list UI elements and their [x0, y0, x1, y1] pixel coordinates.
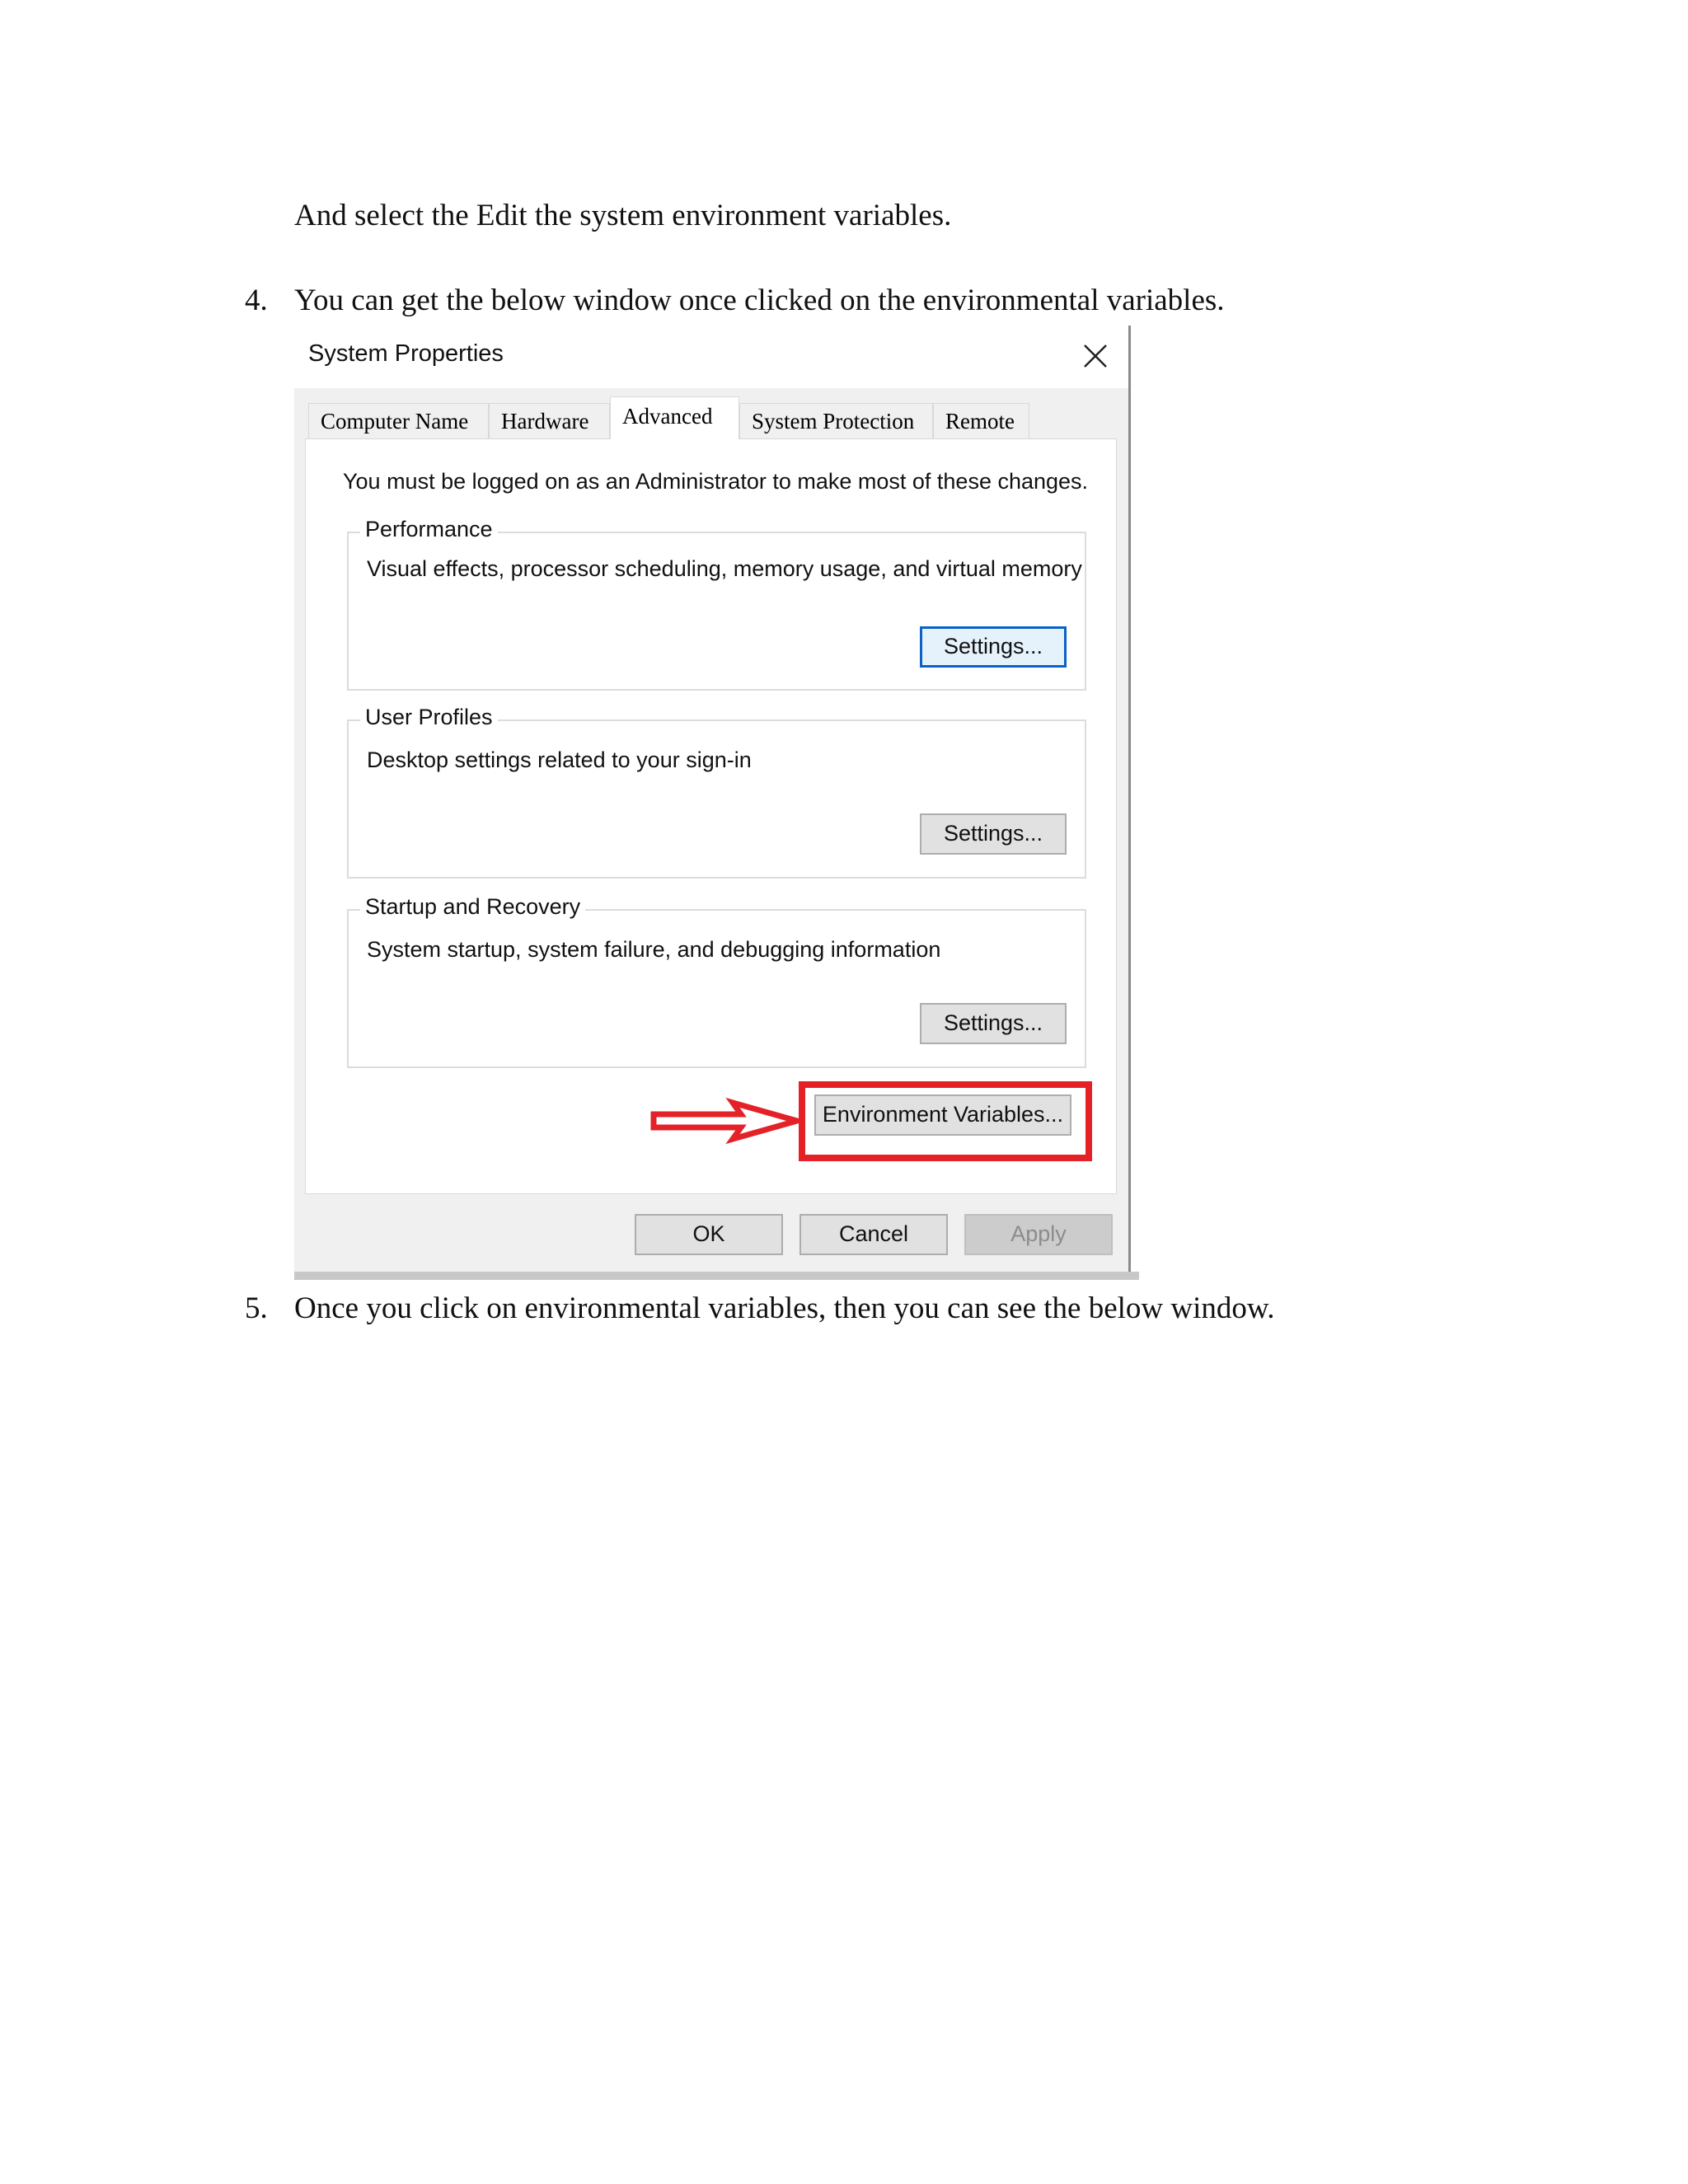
ok-button[interactable]: OK [635, 1214, 783, 1255]
tab-computer-name[interactable]: Computer Name [308, 403, 489, 438]
step-5-text: Once you click on environmental variable… [294, 1291, 1275, 1325]
dialog-title: System Properties [308, 340, 504, 367]
performance-settings-button[interactable]: Settings... [920, 626, 1067, 668]
tab-advanced[interactable]: Advanced [610, 396, 739, 439]
admin-note: You must be logged on as an Administrato… [343, 469, 1089, 494]
dialog-right-edge [1128, 326, 1139, 1280]
performance-legend: Performance [360, 517, 498, 542]
tab-label: Hardware [501, 409, 589, 434]
apply-button[interactable]: Apply [964, 1214, 1113, 1255]
step-4-text: You can get the below window once clicke… [294, 284, 1225, 317]
startup-recovery-group: Startup and Recovery System startup, sys… [347, 894, 1086, 1068]
dialog-titlebar: System Properties [294, 326, 1128, 388]
intro-line: And select the Edit the system environme… [294, 199, 952, 232]
startup-recovery-settings-button[interactable]: Settings... [920, 1003, 1067, 1044]
performance-description: Visual effects, processor scheduling, me… [367, 556, 1082, 581]
dialog-bottom-edge [294, 1272, 1139, 1280]
step-5-number: 5. [245, 1291, 268, 1325]
step-4-number: 4. [245, 284, 268, 317]
annotation-highlight-box [799, 1081, 1092, 1161]
user-profiles-legend: User Profiles [360, 705, 498, 730]
user-profiles-settings-button[interactable]: Settings... [920, 813, 1067, 855]
tab-label: Advanced [622, 404, 713, 429]
tab-hardware[interactable]: Hardware [489, 403, 610, 438]
user-profiles-description: Desktop settings related to your sign-in [367, 748, 752, 772]
performance-group: Performance Visual effects, processor sc… [347, 517, 1086, 691]
step-5: 5. Once you click on environmental varia… [245, 1291, 1399, 1327]
user-profiles-group: User Profiles Desktop settings related t… [347, 705, 1086, 879]
red-arrow-icon [650, 1097, 803, 1145]
tab-label: System Protection [752, 409, 915, 434]
cancel-button[interactable]: Cancel [799, 1214, 948, 1255]
tab-label: Computer Name [321, 409, 469, 434]
tab-remote[interactable]: Remote [933, 403, 1029, 438]
close-icon[interactable] [1081, 342, 1109, 370]
system-properties-screenshot: System Properties Computer Name Hardware… [294, 326, 1139, 1280]
step-4: 4. You can get the below window once cli… [245, 283, 1316, 319]
tab-label: Remote [945, 409, 1015, 434]
startup-recovery-description: System startup, system failure, and debu… [367, 937, 941, 962]
tab-system-protection[interactable]: System Protection [739, 403, 933, 438]
startup-recovery-legend: Startup and Recovery [360, 894, 586, 920]
